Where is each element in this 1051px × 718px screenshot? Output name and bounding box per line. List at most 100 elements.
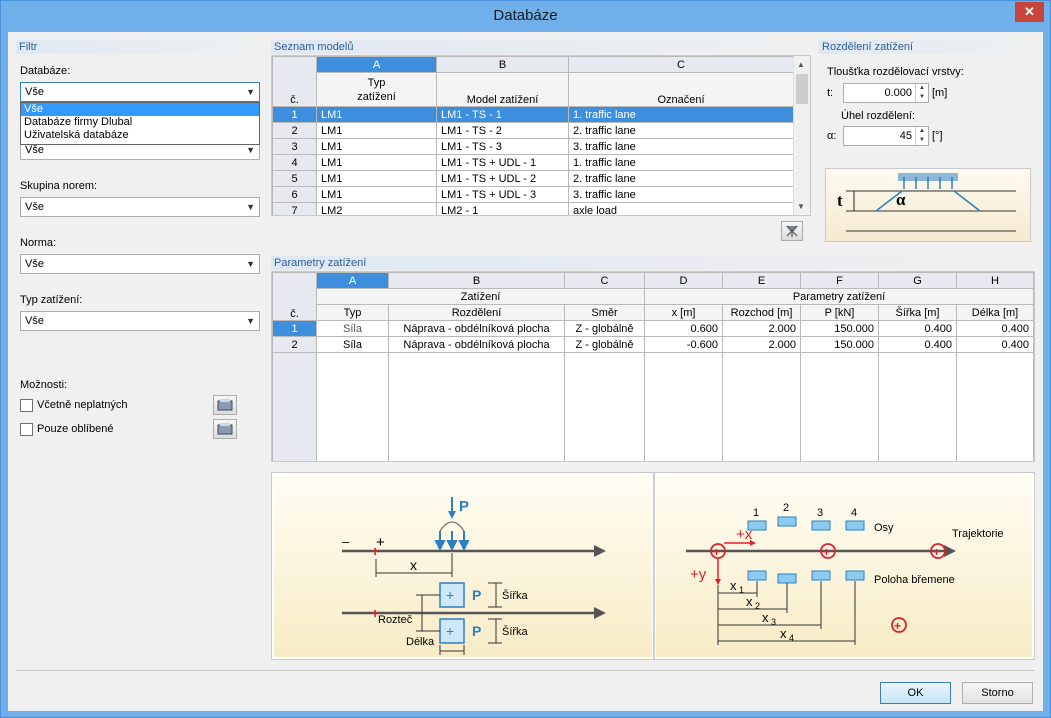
model-cell-model[interactable]: LM1 - TS + UDL - 3: [436, 186, 569, 203]
load-type-combo[interactable]: Vše ▼: [20, 311, 260, 331]
model-cell-type[interactable]: LM1: [316, 170, 437, 187]
model-cell-designation[interactable]: 2. traffic lane: [568, 122, 794, 139]
param-cell-length[interactable]: 0.400: [956, 336, 1034, 353]
model-row-number[interactable]: 5: [272, 170, 317, 187]
param-cell-type[interactable]: Síla: [316, 336, 389, 353]
spin-arrows-icon[interactable]: ▲ ▼: [915, 84, 928, 102]
params-col-f[interactable]: F: [800, 272, 879, 289]
param-cell-direction[interactable]: Z - globálně: [564, 320, 645, 337]
model-row[interactable]: 1 LM1 LM1 - TS - 1 1. traffic lane: [272, 106, 794, 123]
model-row-number[interactable]: 2: [272, 122, 317, 139]
params-col-e[interactable]: E: [722, 272, 801, 289]
params-col-a[interactable]: A: [316, 272, 389, 289]
models-scrollbar[interactable]: ▲ ▼: [793, 56, 810, 215]
col-letter-b[interactable]: B: [436, 56, 569, 73]
settings-icon: [217, 399, 233, 411]
param-cell-type[interactable]: Síla: [316, 320, 389, 337]
model-row[interactable]: 3 LM1 LM1 - TS - 3 3. traffic lane: [272, 138, 794, 155]
param-cell-distribution[interactable]: Náprava - obdélníková plocha: [388, 336, 565, 353]
param-cell-x[interactable]: 0.600: [644, 320, 723, 337]
chevron-down-icon: ▼: [246, 316, 255, 326]
param-cell-gauge[interactable]: 2.000: [722, 320, 801, 337]
norm-group-combo[interactable]: Vše ▼: [20, 197, 260, 217]
model-cell-model[interactable]: LM1 - TS - 1: [436, 106, 569, 123]
scroll-thumb[interactable]: [796, 74, 808, 104]
params-col-c[interactable]: C: [564, 272, 645, 289]
model-row[interactable]: 2 LM1 LM1 - TS - 2 2. traffic lane: [272, 122, 794, 139]
include-invalid-settings-button[interactable]: [213, 395, 237, 415]
param-cell-gauge[interactable]: 2.000: [722, 336, 801, 353]
param-cell-direction[interactable]: Z - globálně: [564, 336, 645, 353]
model-cell-model[interactable]: LM1 - TS - 2: [436, 122, 569, 139]
p-label-top: P: [459, 498, 469, 515]
cancel-button[interactable]: Storno: [962, 682, 1033, 704]
param-cell-width[interactable]: 0.400: [878, 336, 957, 353]
model-cell-designation[interactable]: axle load: [568, 202, 794, 215]
model-cell-type[interactable]: LM2: [316, 202, 437, 215]
model-row-number[interactable]: 6: [272, 186, 317, 203]
param-row[interactable]: 1 Síla Náprava - obdélníková plocha Z - glo…: [272, 320, 1034, 337]
param-row[interactable]: 2 Síla Náprava - obdélníková plocha Z - glo…: [272, 336, 1034, 353]
model-row-number[interactable]: 7: [272, 202, 317, 215]
only-favorites-checkbox[interactable]: [20, 423, 33, 436]
param-cell-width[interactable]: 0.400: [878, 320, 957, 337]
model-cell-designation[interactable]: 1. traffic lane: [568, 106, 794, 123]
dropdown-item-dlubal[interactable]: Databáze firmy Dlubal: [21, 116, 259, 129]
model-cell-type[interactable]: LM1: [316, 138, 437, 155]
params-col-b[interactable]: B: [388, 272, 565, 289]
model-row[interactable]: 5 LM1 LM1 - TS + UDL - 2 2. traffic lane: [272, 170, 794, 187]
only-favorites-settings-button[interactable]: [213, 419, 237, 439]
model-cell-designation[interactable]: 2. traffic lane: [568, 170, 794, 187]
angle-input[interactable]: 45 ▲ ▼: [843, 126, 929, 146]
param-cell-p[interactable]: 150.000: [800, 320, 879, 337]
param-cell-distribution[interactable]: Náprava - obdélníková plocha: [388, 320, 565, 337]
diagrams-panel: – + + + P x + + P P Šířka Šířka Rozteč D…: [271, 472, 1035, 660]
model-cell-designation[interactable]: 3. traffic lane: [568, 138, 794, 155]
model-row-number[interactable]: 3: [272, 138, 317, 155]
model-cell-model[interactable]: LM1 - TS + UDL - 1: [436, 154, 569, 171]
axle-1-label: 1: [753, 507, 759, 519]
param-row-number[interactable]: 2: [272, 336, 317, 353]
param-cell-p[interactable]: 150.000: [800, 336, 879, 353]
load-position-label: Poloha břemene: [874, 574, 955, 586]
model-cell-designation[interactable]: 3. traffic lane: [568, 186, 794, 203]
params-col-g[interactable]: G: [878, 272, 957, 289]
model-cell-type[interactable]: LM1: [316, 122, 437, 139]
param-cell-length[interactable]: 0.400: [956, 320, 1034, 337]
window-title: Databáze: [493, 7, 558, 24]
database-combo[interactable]: Vše ▼: [20, 82, 260, 102]
model-cell-model[interactable]: LM1 - TS - 3: [436, 138, 569, 155]
col-letter-a[interactable]: A: [316, 56, 437, 73]
model-cell-model[interactable]: LM2 - 1: [436, 202, 569, 215]
chevron-down-icon: ▼: [246, 87, 255, 97]
model-cell-type[interactable]: LM1: [316, 106, 437, 123]
include-invalid-checkbox[interactable]: [20, 399, 33, 412]
model-cell-designation[interactable]: 1. traffic lane: [568, 154, 794, 171]
model-row-number[interactable]: 4: [272, 154, 317, 171]
model-cell-type[interactable]: LM1: [316, 154, 437, 171]
param-row-number[interactable]: 1: [272, 320, 317, 337]
params-col-header: Směr: [564, 304, 645, 321]
close-button[interactable]: ✕: [1015, 2, 1044, 22]
diagrams-svg: – + + + P x + + P P Šířka Šířka Rozteč D…: [274, 473, 1032, 659]
model-row[interactable]: 7 LM2 LM2 - 1 axle load: [272, 202, 794, 215]
database-label: Databáze:: [20, 65, 71, 77]
model-cell-type[interactable]: LM1: [316, 186, 437, 203]
norm-combo[interactable]: Vše ▼: [20, 254, 260, 274]
model-row[interactable]: 4 LM1 LM1 - TS + UDL - 1 1. traffic lane: [272, 154, 794, 171]
ok-button[interactable]: OK: [880, 682, 951, 704]
model-cell-model[interactable]: LM1 - TS + UDL - 2: [436, 170, 569, 187]
model-row[interactable]: 6 LM1 LM1 - TS + UDL - 3 3. traffic lane: [272, 186, 794, 203]
thickness-input[interactable]: 0.000 ▲ ▼: [843, 83, 929, 103]
scroll-down-icon[interactable]: ▼: [797, 202, 805, 211]
params-col-h[interactable]: H: [956, 272, 1034, 289]
spin-arrows-icon[interactable]: ▲ ▼: [915, 127, 928, 145]
param-cell-x[interactable]: -0.600: [644, 336, 723, 353]
dropdown-item-all[interactable]: Vše: [21, 103, 259, 116]
params-col-d[interactable]: D: [644, 272, 723, 289]
delete-filter-button[interactable]: [781, 221, 803, 241]
scroll-up-icon[interactable]: ▲: [797, 60, 805, 69]
model-row-number[interactable]: 1: [272, 106, 317, 123]
dropdown-item-user[interactable]: Uživatelská databáze: [21, 129, 259, 142]
col-letter-c[interactable]: C: [568, 56, 794, 73]
